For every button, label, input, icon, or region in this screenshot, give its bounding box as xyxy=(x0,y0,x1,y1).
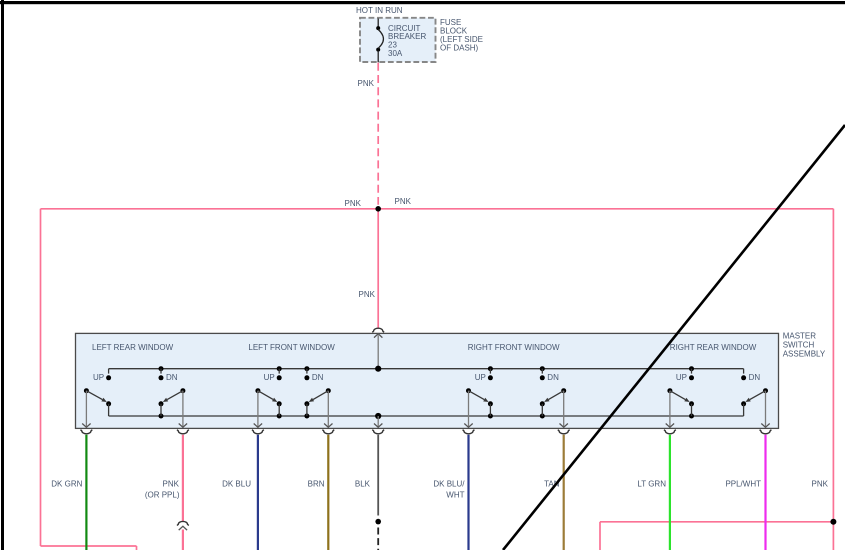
svg-text:RIGHT FRONT WINDOW: RIGHT FRONT WINDOW xyxy=(468,343,560,352)
svg-text:MASTER: MASTER xyxy=(783,332,817,341)
svg-text:PNK: PNK xyxy=(359,290,376,299)
svg-text:DN: DN xyxy=(749,373,761,382)
svg-text:DK BLU/: DK BLU/ xyxy=(433,479,465,488)
svg-text:DN: DN xyxy=(312,373,324,382)
svg-text:DN: DN xyxy=(166,373,178,382)
svg-text:LEFT REAR WINDOW: LEFT REAR WINDOW xyxy=(92,343,174,352)
svg-text:PPL/WHT: PPL/WHT xyxy=(725,479,761,488)
svg-text:PNK: PNK xyxy=(395,197,412,206)
svg-text:BRN: BRN xyxy=(308,479,325,488)
svg-text:UP: UP xyxy=(264,373,275,382)
svg-text:SWITCH: SWITCH xyxy=(783,341,815,350)
svg-text:OF DASH): OF DASH) xyxy=(440,43,479,52)
svg-text:LT GRN: LT GRN xyxy=(637,479,666,488)
svg-text:LEFT FRONT WINDOW: LEFT FRONT WINDOW xyxy=(248,343,335,352)
svg-text:UP: UP xyxy=(475,373,486,382)
svg-text:UP: UP xyxy=(93,373,104,382)
svg-text:PNK: PNK xyxy=(812,479,829,488)
svg-text:30A: 30A xyxy=(388,49,403,58)
svg-text:(OR PPL): (OR PPL) xyxy=(145,491,180,500)
svg-text:WHT: WHT xyxy=(446,491,464,500)
svg-text:HOT IN RUN: HOT IN RUN xyxy=(356,6,403,15)
svg-text:RIGHT REAR WINDOW: RIGHT REAR WINDOW xyxy=(670,343,757,352)
svg-text:DK BLU: DK BLU xyxy=(222,479,251,488)
svg-text:UP: UP xyxy=(676,373,687,382)
svg-text:DN: DN xyxy=(547,373,559,382)
svg-text:PNK: PNK xyxy=(345,199,362,208)
svg-text:DK GRN: DK GRN xyxy=(51,479,82,488)
svg-text:BLK: BLK xyxy=(355,479,371,488)
svg-text:PNK: PNK xyxy=(163,479,180,488)
svg-text:PNK: PNK xyxy=(358,79,375,88)
svg-text:ASSEMBLY: ASSEMBLY xyxy=(783,349,826,358)
